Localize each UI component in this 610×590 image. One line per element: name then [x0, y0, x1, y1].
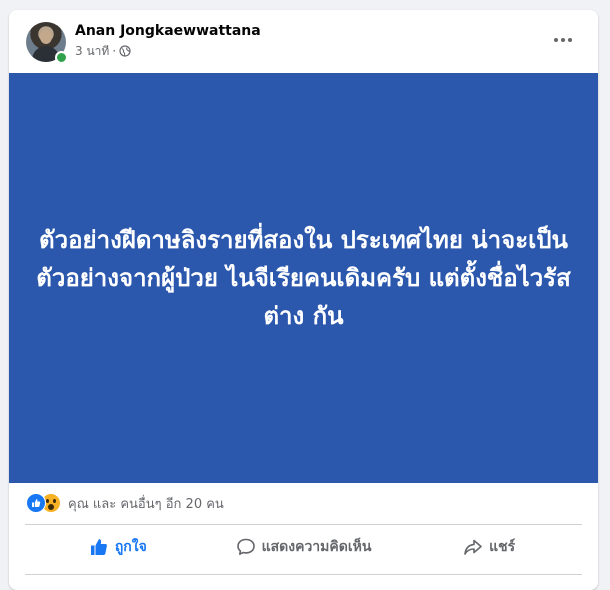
comment-icon: [236, 538, 255, 555]
reaction-summary[interactable]: คุณ และ คนอื่นๆ อีก 20 คน: [68, 493, 224, 514]
author-avatar[interactable]: [26, 22, 68, 64]
reactions-bar[interactable]: คุณ และ คนอื่นๆ อีก 20 คน: [9, 488, 598, 518]
actions-divider: [25, 524, 582, 525]
wow-eye-left: [46, 499, 49, 503]
share-button[interactable]: แชร์: [396, 529, 582, 565]
like-icon: [26, 493, 46, 513]
like-button[interactable]: ถูกใจ: [25, 529, 211, 565]
globe-icon[interactable]: [119, 45, 131, 57]
author-name[interactable]: Anan Jongkaewwattana: [75, 22, 261, 40]
comment-button[interactable]: แสดงความคิดเห็น: [211, 529, 397, 565]
post-time[interactable]: 3 นาที: [75, 43, 109, 59]
avatar-face: [40, 30, 52, 44]
like-label: ถูกใจ: [114, 539, 147, 555]
bottom-divider: [25, 574, 582, 575]
post-meta: 3 นาที ·: [75, 43, 131, 59]
post-actions: ถูกใจ แสดงความคิดเห็น แชร์: [25, 529, 582, 565]
share-label: แชร์: [489, 539, 516, 555]
reaction-icons: [26, 493, 64, 513]
comment-label: แสดงความคิดเห็น: [261, 539, 372, 555]
wow-mouth: [48, 504, 54, 510]
post-image-text: ตัวอย่างฝีดาษลิงรายที่สองใน ประเทศไทย น่…: [36, 226, 571, 330]
more-horizontal-icon[interactable]: [545, 26, 581, 54]
thumbs-up-icon: [90, 539, 107, 555]
post-image[interactable]: ตัวอย่างฝีดาษลิงรายที่สองใน ประเทศไทย น่…: [9, 73, 598, 483]
meta-separator: ·: [112, 44, 117, 58]
online-status-dot: [55, 51, 68, 64]
post-header: Anan Jongkaewwattana 3 นาที ·: [9, 10, 598, 72]
post-card: Anan Jongkaewwattana 3 นาที · ตัวอย่างฝี…: [9, 10, 598, 590]
wow-eye-right: [53, 499, 56, 503]
share-icon: [464, 539, 482, 555]
